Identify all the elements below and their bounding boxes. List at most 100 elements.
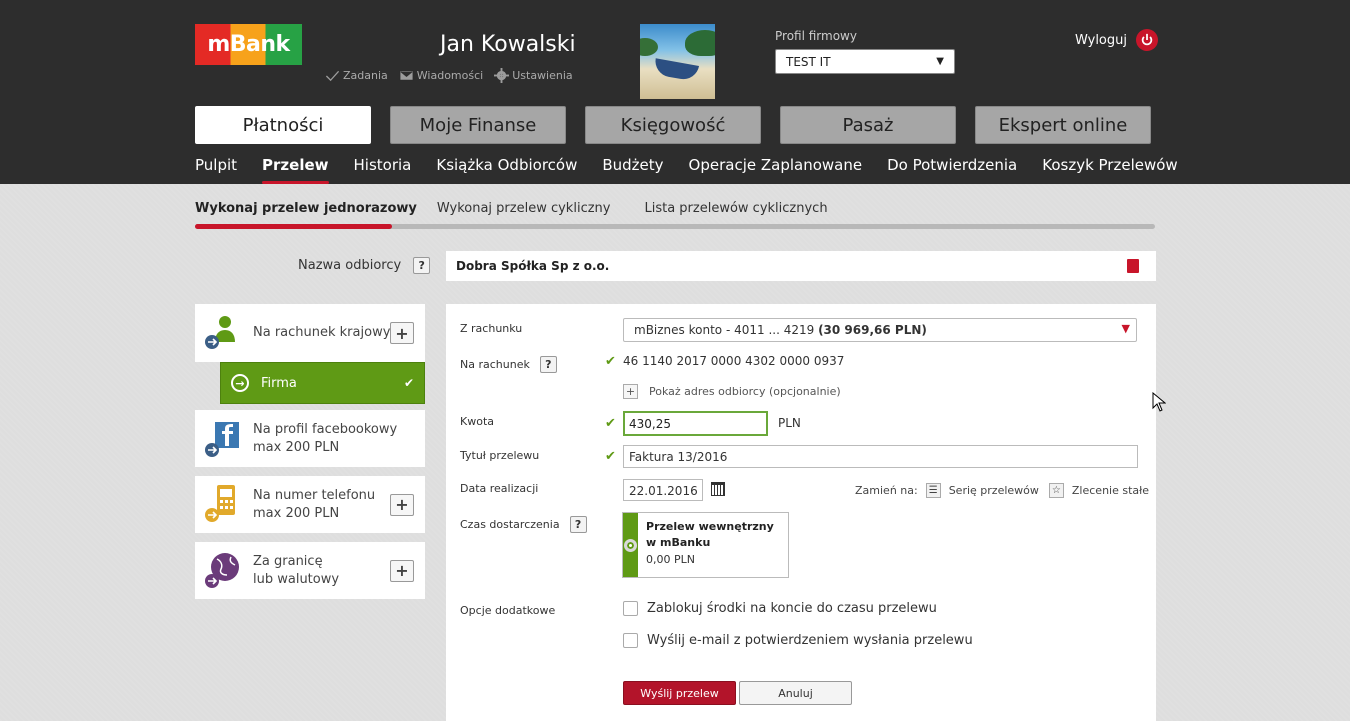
facebook-arrow-icon bbox=[205, 422, 239, 457]
subnav-budgets[interactable]: Budżety bbox=[602, 156, 663, 184]
check-icon: ✔ bbox=[403, 376, 414, 390]
tabs-progress-bar bbox=[195, 224, 1155, 229]
domestic-label: Na rachunek krajowy bbox=[253, 325, 391, 340]
address-book-icon[interactable] bbox=[1127, 259, 1139, 273]
tab-recurring-list[interactable]: Lista przelewów cyklicznych bbox=[620, 201, 837, 216]
delivery-label: Czas dostarczenia bbox=[460, 518, 560, 531]
swap-label: Zamień na: bbox=[855, 484, 918, 497]
transfer-title-input[interactable]: Faktura 13/2016 bbox=[623, 445, 1138, 468]
swap-standing-order-link[interactable]: Zlecenie stałe bbox=[1072, 484, 1149, 497]
amount-label: Kwota bbox=[460, 415, 494, 428]
person-arrow-icon bbox=[205, 316, 235, 349]
tab-my-finance[interactable]: Moje Finanse bbox=[390, 106, 566, 144]
subnav-transfer[interactable]: Przelew bbox=[262, 156, 329, 184]
menu-domestic-account[interactable]: Na rachunek krajowy + bbox=[195, 304, 425, 362]
show-address-toggle[interactable]: + Pokaż adres odbiorcy (opcjonalnie) bbox=[623, 384, 841, 399]
recipient-label: Nazwa odbiorcy bbox=[298, 258, 402, 273]
chevron-down-icon: ▼ bbox=[1121, 322, 1130, 335]
logout-label: Wyloguj bbox=[1075, 32, 1127, 48]
tasks-link[interactable]: Zadania bbox=[325, 68, 388, 83]
tab-recurring-transfer[interactable]: Wykonaj przelew cykliczny bbox=[427, 201, 621, 216]
user-photo[interactable] bbox=[640, 24, 715, 99]
firm-label: Firma bbox=[261, 375, 297, 391]
abroad-expand-button[interactable]: + bbox=[390, 559, 414, 582]
check-icon bbox=[325, 70, 340, 82]
recipient-name-field[interactable]: Dobra Spółka Sp z o.o. bbox=[446, 251, 1156, 281]
phone-expand-button[interactable]: + bbox=[390, 493, 414, 516]
menu-phone-number[interactable]: Na numer telefonu max 200 PLN + bbox=[195, 476, 425, 533]
phone-arrow-icon bbox=[205, 485, 235, 522]
to-account-label: Na rachunek bbox=[460, 358, 530, 371]
check-icon: ✔ bbox=[605, 449, 616, 464]
subnav-to-confirm[interactable]: Do Potwierdzenia bbox=[887, 156, 1017, 184]
menu-abroad-currency[interactable]: Za granicę lub walutowy + bbox=[195, 542, 425, 599]
check-icon: ✔ bbox=[605, 416, 616, 431]
option-block-funds[interactable]: Zablokuj środki na koncie do czasu przel… bbox=[623, 601, 937, 616]
to-account-label-row: Na rachunek ? bbox=[460, 356, 557, 373]
subnav-recipients-book[interactable]: Książka Odbiorców bbox=[436, 156, 577, 184]
abroad-label: Za granicę lub walutowy bbox=[253, 553, 340, 587]
user-name: Jan Kowalski bbox=[440, 32, 576, 57]
option-email-label: Wyślij e-mail z potwierdzeniem wysłania … bbox=[647, 633, 973, 648]
logo-text: mBank bbox=[207, 32, 290, 57]
subnav-scheduled[interactable]: Operacje Zaplanowane bbox=[689, 156, 863, 184]
power-icon bbox=[1136, 29, 1158, 51]
main-tabs: Płatności Moje Finanse Księgowość Pasaż … bbox=[195, 106, 1151, 144]
options-label: Opcje dodatkowe bbox=[460, 604, 556, 617]
to-account-help-button[interactable]: ? bbox=[539, 356, 557, 373]
mbank-logo[interactable]: mBank bbox=[195, 24, 302, 65]
profile-select[interactable]: TEST IT ▼ bbox=[775, 49, 955, 74]
messages-link[interactable]: Wiadomości bbox=[399, 68, 483, 83]
from-account-value: mBiznes konto - 4011 ... 4219 bbox=[634, 323, 815, 337]
calendar-icon[interactable] bbox=[711, 482, 725, 496]
logout-button[interactable]: Wyloguj bbox=[1075, 29, 1158, 51]
tab-single-transfer[interactable]: Wykonaj przelew jednorazowy bbox=[195, 201, 427, 216]
domestic-expand-button[interactable]: + bbox=[390, 322, 414, 344]
checkbox[interactable] bbox=[623, 633, 638, 648]
profile-label: Profil firmowy bbox=[775, 29, 857, 43]
delivery-cost: 0,00 PLN bbox=[646, 553, 696, 566]
option-block-label: Zablokuj środki na koncie do czasu przel… bbox=[647, 601, 937, 616]
recipient-name-value: Dobra Spółka Sp z o.o. bbox=[456, 259, 610, 273]
date-input[interactable]: 22.01.2016 bbox=[623, 479, 703, 501]
title-label: Tytuł przelewu bbox=[460, 449, 540, 462]
transfer-form: Z rachunku mBiznes konto - 4011 ... 4219… bbox=[446, 304, 1156, 721]
phone-label: Na numer telefonu max 200 PLN bbox=[253, 487, 376, 521]
transfer-type-tabs: Wykonaj przelew jednorazowy Wykonaj prze… bbox=[195, 201, 1155, 229]
tab-accounting[interactable]: Księgowość bbox=[585, 106, 761, 144]
arrow-right-icon: → bbox=[231, 374, 249, 392]
tab-payments[interactable]: Płatności bbox=[195, 106, 371, 144]
menu-firm-option[interactable]: → Firma ✔ bbox=[220, 362, 425, 404]
delivery-option-internal[interactable]: Przelew wewnętrzny w mBanku 0,00 PLN bbox=[622, 512, 789, 578]
delivery-label-row: Czas dostarczenia ? bbox=[460, 516, 587, 533]
send-transfer-button[interactable]: Wyślij przelew bbox=[623, 681, 736, 705]
delivery-title: Przelew wewnętrzny w mBanku bbox=[646, 520, 774, 549]
amount-input[interactable]: 430,25 bbox=[623, 411, 768, 436]
globe-arrow-icon bbox=[205, 553, 239, 588]
delivery-help-button[interactable]: ? bbox=[569, 516, 587, 533]
user-shortcuts: Zadania Wiadomości Ustawienia bbox=[325, 68, 573, 83]
transfer-type-menu: Na rachunek krajowy + → Firma ✔ Na profi… bbox=[195, 304, 425, 608]
from-account-balance: (30 969,66 PLN) bbox=[818, 323, 927, 337]
date-label: Data realizacji bbox=[460, 482, 539, 495]
from-account-select[interactable]: mBiznes konto - 4011 ... 4219 (30 969,66… bbox=[623, 318, 1137, 342]
settings-link[interactable]: Ustawienia bbox=[494, 68, 573, 83]
tab-expert-online[interactable]: Ekspert online bbox=[975, 106, 1151, 144]
subnav-dashboard[interactable]: Pulpit bbox=[195, 156, 237, 184]
radio-selected-icon bbox=[624, 538, 638, 552]
check-icon: ✔ bbox=[605, 354, 616, 369]
checkbox[interactable] bbox=[623, 601, 638, 616]
star-icon[interactable]: ☆ bbox=[1048, 483, 1064, 498]
cancel-button[interactable]: Anuluj bbox=[739, 681, 852, 705]
subnav-transfer-basket[interactable]: Koszyk Przelewów bbox=[1042, 156, 1177, 184]
option-email-confirmation[interactable]: Wyślij e-mail z potwierdzeniem wysłania … bbox=[623, 633, 973, 648]
facebook-label: Na profil facebookowy max 200 PLN bbox=[253, 421, 398, 455]
currency-label: PLN bbox=[778, 416, 801, 430]
swap-series-link[interactable]: Serię przelewów bbox=[949, 484, 1039, 497]
menu-facebook-profile[interactable]: Na profil facebookowy max 200 PLN bbox=[195, 410, 425, 467]
show-address-label: Pokaż adres odbiorcy (opcjonalnie) bbox=[649, 385, 841, 398]
recipient-help-button[interactable]: ? bbox=[413, 257, 431, 274]
subnav-history[interactable]: Historia bbox=[354, 156, 412, 184]
tab-passage[interactable]: Pasaż bbox=[780, 106, 956, 144]
list-icon[interactable]: ☰ bbox=[925, 483, 941, 498]
